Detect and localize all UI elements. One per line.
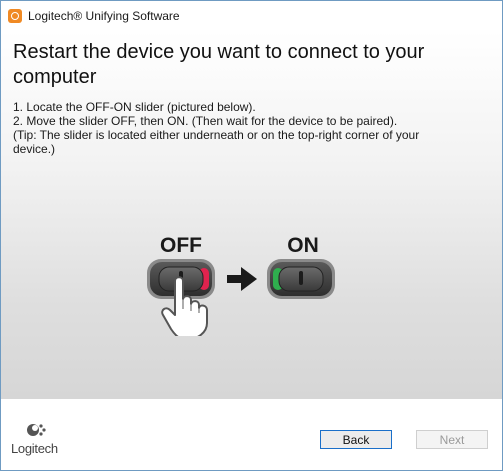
instruction-line-2: 2. Move the slider OFF, then ON. (Then w…	[13, 114, 398, 128]
unifying-software-window: Logitech® Unifying Software Restart the …	[0, 0, 503, 471]
back-button[interactable]: Back	[320, 430, 392, 449]
next-button[interactable]: Next	[416, 430, 488, 449]
instruction-line-3: (Tip: The slider is located either under…	[13, 128, 420, 142]
slider-illustration: OFF ON	[131, 201, 371, 340]
logitech-unifying-icon	[8, 9, 22, 23]
arrow-right-icon	[227, 267, 257, 291]
instruction-line-4: device.)	[13, 142, 56, 156]
instruction-line-1: 1. Locate the OFF-ON slider (pictured be…	[13, 100, 256, 114]
instructions: 1. Locate the OFF-ON slider (pictured be…	[13, 100, 493, 156]
logo-text: Logitech	[11, 441, 58, 456]
off-label: OFF	[160, 234, 202, 257]
on-label: ON	[287, 234, 319, 257]
title-bar[interactable]: Logitech® Unifying Software	[1, 1, 502, 31]
on-slider	[267, 259, 335, 299]
window-title: Logitech® Unifying Software	[28, 9, 180, 23]
page-title: Restart the device you want to connect t…	[13, 41, 425, 88]
main-panel: Restart the device you want to connect t…	[1, 31, 502, 399]
logitech-logo: Logitech	[11, 421, 71, 461]
footer: Logitech Back Next	[1, 399, 502, 470]
